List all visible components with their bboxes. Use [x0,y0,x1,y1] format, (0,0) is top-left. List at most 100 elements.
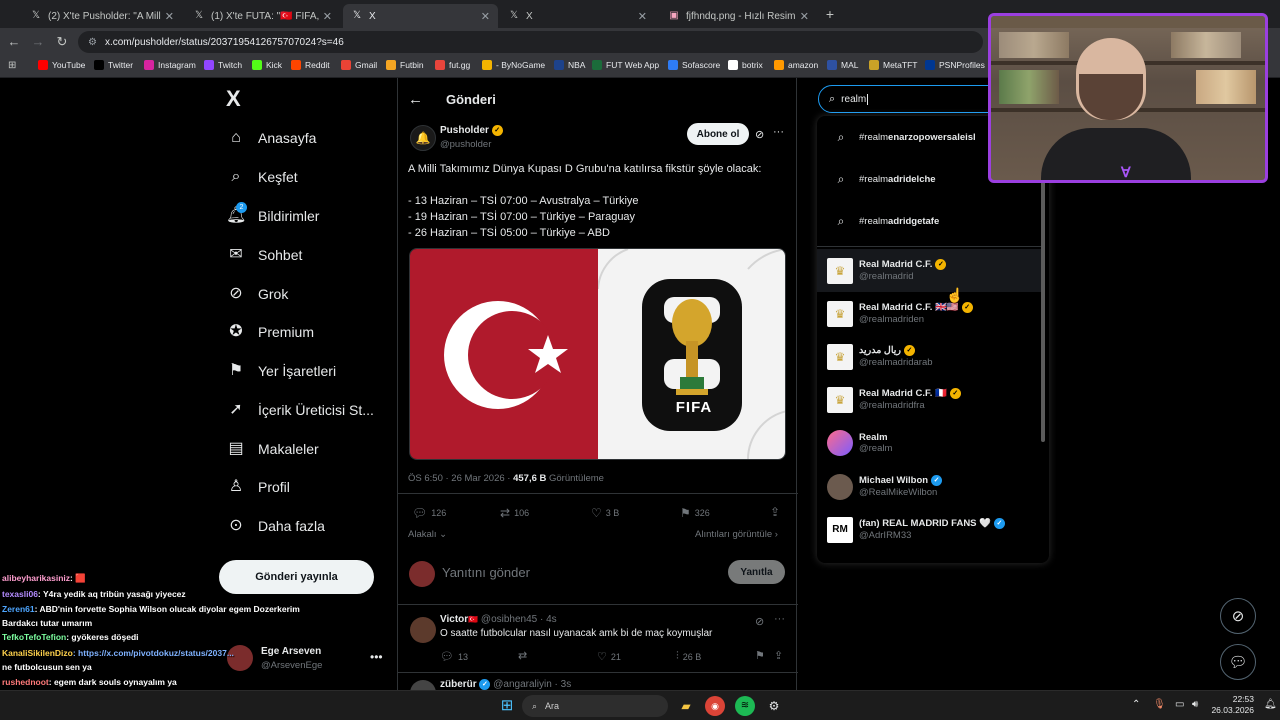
sidebar-item-bildirimler[interactable]: 🔔︎ 2 Bildirimler [226,201,319,231]
close-tab-icon[interactable]: ✕ [165,10,174,23]
view-quotes-link[interactable]: Alıntıları görüntüle › [695,529,778,540]
back-icon[interactable]: ← [6,34,22,50]
sidebar-item-profil[interactable]: ♙ Profil [226,472,290,502]
sidebar-item-sohbet[interactable]: ✉ Sohbet [226,240,302,270]
post-timestamp[interactable]: ÖS 6:50 · 26 Mar 2026 · [408,473,513,484]
sidebar-item-keşfet[interactable]: ⌕ Keşfet [226,162,298,192]
reload-icon[interactable]: ↻ [54,34,70,50]
browser-tab-active[interactable]: 𝕏 X ✕ [343,4,498,28]
x-logo-icon[interactable]: X [226,88,248,110]
bookmark-item[interactable]: fut.gg [435,60,470,70]
bookmark-item[interactable]: YouTube [38,60,85,70]
reply-views[interactable]: ⫶ 26 B [676,650,701,663]
scrollbar-thumb[interactable] [1041,180,1045,442]
bookmark-item[interactable]: Reddit [291,60,330,70]
grok-icon[interactable]: ⊘ [755,615,764,628]
settings-icon[interactable]: ⚙ [764,696,784,716]
notification-icon[interactable]: 🔔︎ [1264,699,1277,710]
clock[interactable]: 22:53 26.03.2026 [1208,694,1254,716]
bookmark-item[interactable]: MAL [827,60,858,70]
reply-author[interactable]: Victor [440,614,468,625]
bookmark-item[interactable]: Twitch [204,60,242,70]
sidebar-item-anasayfa[interactable]: ⌂ Anasayfa [226,123,316,153]
search-account-result[interactable]: RM (fan) REAL MADRID FANS 🤍 ✓ @AdrIRM33 [817,508,1041,551]
sidebar-item-i-çerik-üreticisi-st-[interactable]: ➚ İçerik Üreticisi St... [226,395,374,425]
more-icon[interactable]: ••• [370,650,383,664]
chrome-icon[interactable]: ◉ [705,696,725,716]
more-icon[interactable]: ··· [774,613,785,625]
search-account-result[interactable]: Realm @realm [817,421,1041,464]
bookmark-item[interactable]: Sofascore [668,60,720,70]
bookmark-item[interactable]: MetaTFT [869,60,917,70]
close-tab-icon[interactable]: ✕ [323,10,332,23]
taskbar-search[interactable]: ⌕ Ara [522,695,668,717]
browser-tab[interactable]: 𝕏 (2) X'te Pusholder: "A Milli Takım ✕ [22,4,182,28]
bookmark-item[interactable]: PSNProfiles [925,60,985,70]
post-image[interactable]: FIFA [409,248,786,460]
author-name[interactable]: Pusholder [440,125,489,136]
bookmark-item[interactable]: botrix [728,60,763,70]
browser-tab[interactable]: 𝕏 (1) X'te FUTA: "🇹🇷 FIFA, Dün ✕ [185,4,340,28]
search-account-result[interactable]: ♛ Real Madrid C.F. 🇬🇧🇺🇸 ✓ @realmadriden [817,292,1041,335]
search-account-result[interactable]: ♛ ريال مدريد ✓ @realmadridarab [817,335,1041,378]
sidebar-item-premium[interactable]: ✪ Premium [226,317,314,347]
bookmark-item[interactable]: NBA [554,60,585,70]
tray-chevron-icon[interactable]: ⌃ [1132,699,1140,710]
bookmark-item[interactable]: Kick [252,60,282,70]
bookmark-icon[interactable]: ⚑ [755,649,765,662]
apps-grid-icon[interactable]: ⊞ [8,60,20,72]
windows-start-icon[interactable]: ⊞ [497,696,517,716]
subscribe-button[interactable]: Abone ol [687,123,749,145]
bookmark-item[interactable]: amazon [774,60,818,70]
browser-tab[interactable]: 𝕏 X ✕ [500,4,655,28]
author-avatar[interactable]: 🔔 [410,125,436,151]
close-tab-icon[interactable]: ✕ [481,10,490,23]
new-tab-icon[interactable]: + [822,6,838,22]
file-explorer-icon[interactable]: ▰ [676,696,696,716]
microphone-icon[interactable]: 🎙︎ [1153,699,1166,710]
reply-input[interactable]: Yanıtını gönder [442,565,530,580]
network-icon[interactable]: ▭ [1175,699,1184,710]
bookmark-item[interactable]: Futbin [386,60,424,70]
share-icon[interactable]: ⇪ [774,649,783,662]
bookmark-action[interactable]: ⚑ 326 [680,506,710,520]
spotify-icon[interactable]: ≋ [735,696,755,716]
grok-fab-icon[interactable]: ⊘ [1220,598,1256,634]
reply-action[interactable]: 💬︎ 126 [412,506,446,520]
related-sort[interactable]: Alakalı ⌄ [408,529,447,540]
reply-handle[interactable]: @osibhen45 [481,614,537,625]
url-field[interactable]: ⚙ x.com/pusholder/status/203719541267570… [78,31,983,53]
close-tab-icon[interactable]: ✕ [638,10,647,23]
reply-like-action[interactable]: ♡ 21 [597,650,621,663]
reply-button[interactable]: Yanıtla [728,560,785,584]
sidebar-item-makaleler[interactable]: ▤ Makaleler [226,434,318,464]
bookmark-item[interactable]: FUT Web App [592,60,659,70]
search-account-result[interactable]: Michael Wilbon ✓ @RealMikeWilbon [817,465,1041,508]
sidebar-item-yer-i-şaretleri[interactable]: ⚑ Yer İşaretleri [226,356,336,386]
search-account-result[interactable]: ♛ Real Madrid C.F. ✓ @realmadrid [817,249,1041,292]
sidebar-item-daha-fazla[interactable]: ⊙ Daha fazla [226,511,325,541]
post-button[interactable]: Gönderi yayınla [219,560,374,594]
share-icon[interactable]: ⇪ [770,505,780,519]
forward-icon[interactable]: → [30,34,46,50]
bookmark-item[interactable]: Twitter [94,60,133,70]
bookmark-item[interactable]: - ByNoGame [482,60,545,70]
site-info-icon[interactable]: ⚙ [88,37,97,48]
reply-avatar[interactable] [410,617,436,643]
search-suggestion[interactable]: ⌕ #realmadridgetafe [817,200,1041,242]
author-handle[interactable]: @pusholder [440,139,491,150]
back-arrow-icon[interactable]: ← [408,91,428,108]
messages-fab-icon[interactable]: 💬︎ [1220,644,1256,680]
sidebar-item-grok[interactable]: ⊘ Grok [226,279,288,309]
close-tab-icon[interactable]: ✕ [800,10,809,23]
more-icon[interactable]: ··· [773,126,784,138]
bookmark-item[interactable]: Gmail [341,60,377,70]
reply-reply-action[interactable]: 💬︎ 13 [440,650,468,663]
repost-icon[interactable]: ⇄ [518,649,527,662]
grok-icon[interactable]: ⊘ [755,128,764,141]
volume-icon[interactable]: 🔊︎ [1192,699,1198,710]
bookmark-item[interactable]: Instagram [144,60,196,70]
search-account-result[interactable]: ♛ Real Madrid C.F. 🇫🇷 ✓ @realmadridfra [817,378,1041,421]
like-action[interactable]: ♡ 3 B [591,506,619,520]
repost-action[interactable]: ⇄ 106 [500,506,529,520]
